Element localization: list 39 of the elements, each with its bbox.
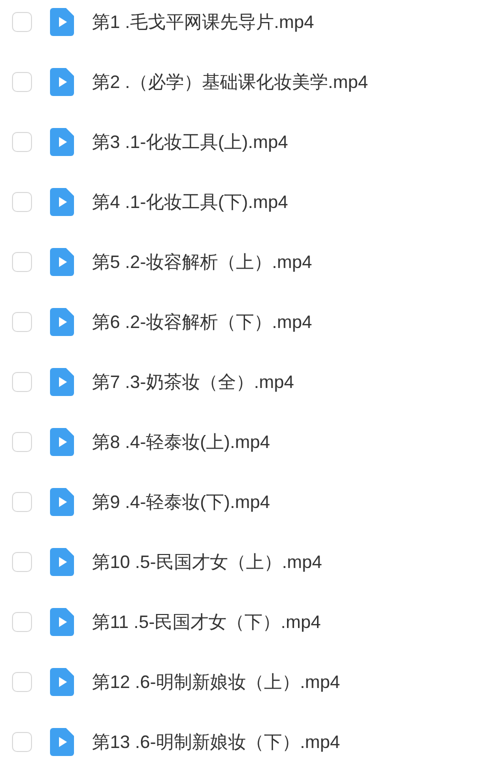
checkbox[interactable]: [12, 492, 32, 512]
video-file-icon: [50, 248, 74, 276]
video-file-icon: [50, 608, 74, 636]
video-file-icon: [50, 68, 74, 96]
file-name[interactable]: 第4 .1-化妆工具(下).mp4: [92, 188, 288, 216]
checkbox[interactable]: [12, 612, 32, 632]
file-name[interactable]: 第12 .6-明制新娘妆（上）.mp4: [92, 668, 340, 696]
video-file-icon: [50, 488, 74, 516]
file-name[interactable]: 第6 .2-妆容解析（下）.mp4: [92, 308, 312, 336]
file-name[interactable]: 第5 .2-妆容解析（上）.mp4: [92, 248, 312, 276]
checkbox[interactable]: [12, 252, 32, 272]
checkbox[interactable]: [12, 312, 32, 332]
file-name[interactable]: 第11 .5-民国才女（下）.mp4: [92, 608, 321, 636]
checkbox[interactable]: [12, 732, 32, 752]
video-file-icon: [50, 428, 74, 456]
checkbox[interactable]: [12, 372, 32, 392]
file-name[interactable]: 第3 .1-化妆工具(上).mp4: [92, 128, 288, 156]
checkbox[interactable]: [12, 552, 32, 572]
checkbox[interactable]: [12, 12, 32, 32]
checkbox[interactable]: [12, 192, 32, 212]
video-file-icon: [50, 8, 74, 36]
file-name[interactable]: 第2 .（必学）基础课化妆美学.mp4: [92, 68, 368, 96]
video-file-icon: [50, 188, 74, 216]
file-name[interactable]: 第8 .4-轻泰妆(上).mp4: [92, 428, 270, 456]
video-file-icon: [50, 128, 74, 156]
file-name[interactable]: 第9 .4-轻泰妆(下).mp4: [92, 488, 270, 516]
video-file-icon: [50, 668, 74, 696]
file-name[interactable]: 第10 .5-民国才女（上）.mp4: [92, 548, 322, 576]
file-name[interactable]: 第7 .3-奶茶妆（全）.mp4: [92, 368, 294, 396]
checkbox[interactable]: [12, 672, 32, 692]
video-file-icon: [50, 728, 74, 756]
checkbox[interactable]: [12, 132, 32, 152]
video-file-icon: [50, 548, 74, 576]
checkbox[interactable]: [12, 72, 32, 92]
file-name[interactable]: 第13 .6-明制新娘妆（下）.mp4: [92, 728, 340, 756]
video-file-icon: [50, 308, 74, 336]
checkbox[interactable]: [12, 432, 32, 452]
video-file-icon: [50, 368, 74, 396]
file-name[interactable]: 第1 .毛戈平网课先导片.mp4: [92, 8, 314, 36]
